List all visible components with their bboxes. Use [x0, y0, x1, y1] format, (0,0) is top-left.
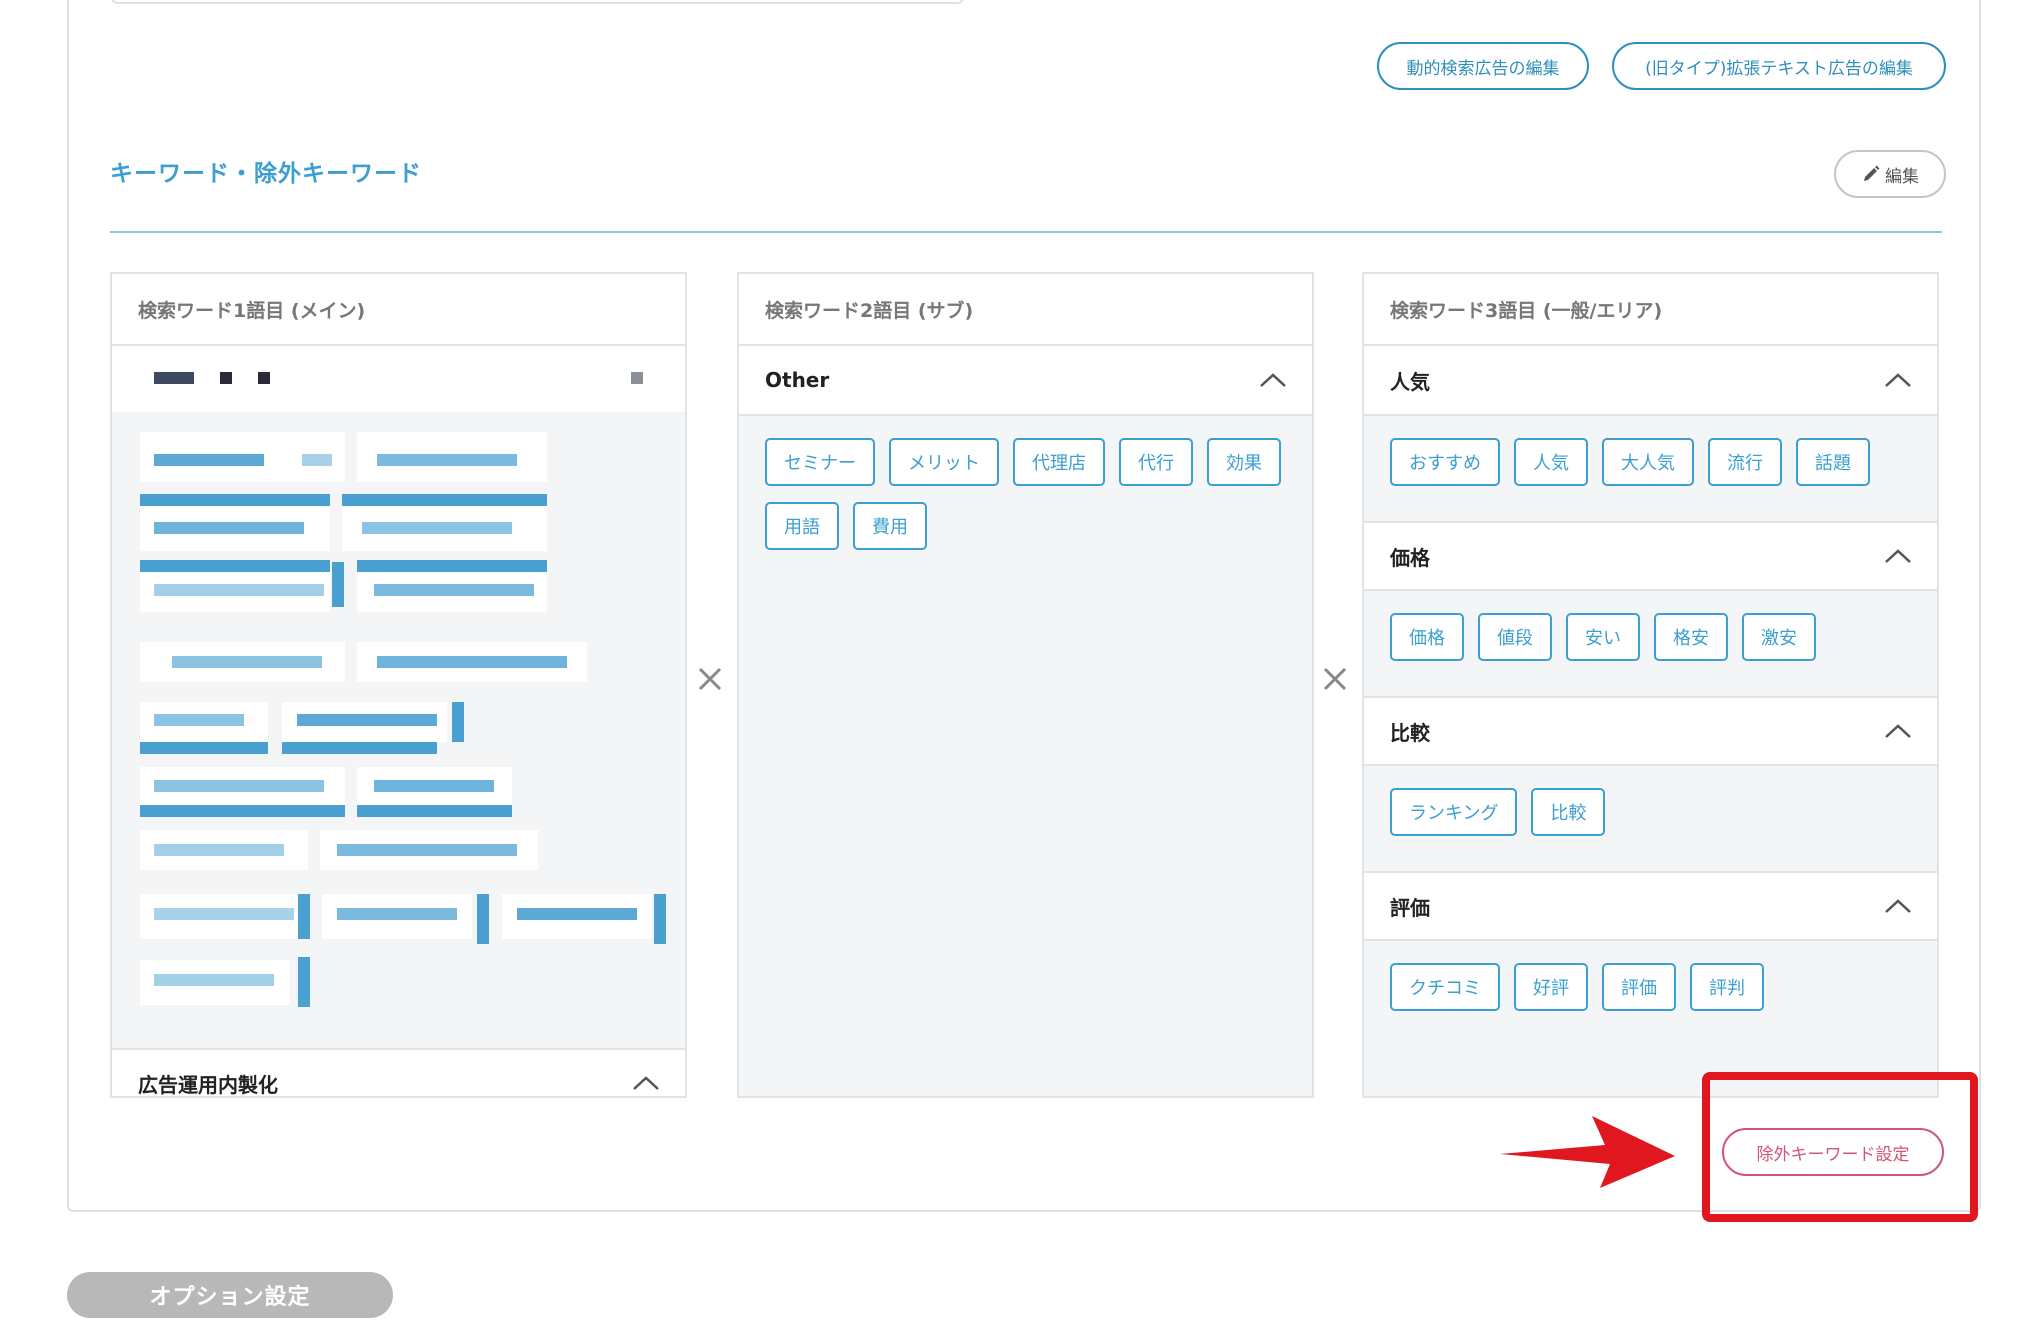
group-body: 価格 値段 安い 格安 激安	[1364, 591, 1937, 696]
column-1-group-name: 広告運用内製化	[138, 1072, 278, 1097]
keyword-tag[interactable]: 用語	[765, 502, 839, 550]
tag-list: セミナー メリット 代理店 代行 効果 用語 費用	[739, 416, 1312, 560]
group-header-popular[interactable]: 人気	[1364, 346, 1937, 416]
keyword-tag[interactable]: 効果	[1207, 438, 1281, 486]
group-header-comparison[interactable]: 比較	[1364, 696, 1937, 766]
multiply-icon	[1323, 667, 1347, 691]
keyword-tag[interactable]: 格安	[1654, 613, 1728, 661]
group-header-rating[interactable]: 評価	[1364, 871, 1937, 941]
keyword-tag[interactable]: 好評	[1514, 963, 1588, 1011]
section-divider	[110, 231, 1942, 233]
group-header-price[interactable]: 価格	[1364, 521, 1937, 591]
group-name: 価格	[1390, 545, 1430, 570]
chevron-up-icon[interactable]	[1258, 371, 1288, 389]
group-body: クチコミ 好評 評価 評判	[1364, 941, 1937, 1091]
column-1-redacted-header	[112, 346, 685, 412]
keyword-tag[interactable]: 代行	[1119, 438, 1193, 486]
multiply-icon	[698, 667, 722, 691]
keyword-tag[interactable]: 大人気	[1602, 438, 1694, 486]
arrow-annotation-icon	[1500, 1116, 1675, 1188]
keyword-tag[interactable]: 安い	[1566, 613, 1640, 661]
keyword-tag[interactable]: 評価	[1602, 963, 1676, 1011]
column-1-group-header[interactable]: 広告運用内製化	[112, 1048, 685, 1097]
group-header-other[interactable]: Other	[739, 346, 1312, 416]
keyword-tag[interactable]: クチコミ	[1390, 963, 1500, 1011]
column-2-title: 検索ワード2語目 (サブ)	[739, 274, 1312, 346]
keyword-column-3: 検索ワード3語目 (一般/エリア) 人気 おすすめ 人気 大人気 流行 話題 価…	[1362, 272, 1939, 1098]
keyword-tag[interactable]: 話題	[1796, 438, 1870, 486]
highlight-annotation-box	[1702, 1072, 1978, 1222]
keyword-tag[interactable]: 代理店	[1013, 438, 1105, 486]
keyword-column-1: 検索ワード1語目 (メイン) 広告運用内製化	[110, 272, 687, 1098]
group-name: 評価	[1390, 895, 1430, 920]
chevron-up-icon[interactable]	[1883, 371, 1913, 389]
keyword-column-2: 検索ワード2語目 (サブ) Other セミナー メリット 代理店 代行 効果 …	[737, 272, 1314, 1098]
group-name: 人気	[1390, 369, 1430, 394]
tag-list: 価格 値段 安い 格安 激安	[1364, 591, 1937, 671]
column-1-redacted-tags	[112, 412, 685, 1048]
group-name: 比較	[1390, 720, 1430, 745]
chevron-up-icon[interactable]	[1883, 547, 1913, 565]
keyword-tag[interactable]: 価格	[1390, 613, 1464, 661]
tag-list: クチコミ 好評 評価 評判	[1364, 941, 1937, 1021]
top-field-edge	[110, 0, 965, 4]
pencil-icon	[1864, 165, 1880, 181]
keyword-tag[interactable]: 激安	[1742, 613, 1816, 661]
chevron-up-icon[interactable]	[631, 1074, 661, 1092]
eta-edit-button[interactable]: (旧タイプ)拡張テキスト広告の編集	[1612, 42, 1946, 90]
edit-label: 編集	[1885, 166, 1919, 187]
chevron-up-icon[interactable]	[1883, 897, 1913, 915]
keyword-tag[interactable]: 比較	[1531, 788, 1606, 836]
keyword-tag[interactable]: 流行	[1708, 438, 1782, 486]
keyword-tag[interactable]: 評判	[1690, 963, 1764, 1011]
tag-list: おすすめ 人気 大人気 流行 話題	[1364, 416, 1937, 496]
dsa-edit-button[interactable]: 動的検索広告の編集	[1377, 42, 1589, 90]
column-3-title: 検索ワード3語目 (一般/エリア)	[1364, 274, 1937, 346]
keyword-tag[interactable]: おすすめ	[1390, 438, 1500, 486]
group-body: ランキング 比較	[1364, 766, 1937, 871]
group-name: Other	[765, 368, 830, 392]
tag-list: ランキング 比較	[1364, 766, 1937, 846]
column-1-title: 検索ワード1語目 (メイン)	[112, 274, 685, 346]
edit-button[interactable]: 編集	[1834, 150, 1946, 198]
keyword-tag[interactable]: 値段	[1478, 613, 1552, 661]
section-title: キーワード・除外キーワード	[110, 161, 422, 187]
keyword-tag[interactable]: 費用	[853, 502, 927, 550]
keyword-tag[interactable]: メリット	[889, 438, 999, 486]
group-body: おすすめ 人気 大人気 流行 話題	[1364, 416, 1937, 521]
keyword-tag[interactable]: セミナー	[765, 438, 875, 486]
chevron-up-icon[interactable]	[1883, 722, 1913, 740]
keyword-tag[interactable]: ランキング	[1390, 788, 1518, 836]
option-settings-button[interactable]: オプション設定	[67, 1272, 393, 1318]
keyword-tag[interactable]: 人気	[1514, 438, 1588, 486]
